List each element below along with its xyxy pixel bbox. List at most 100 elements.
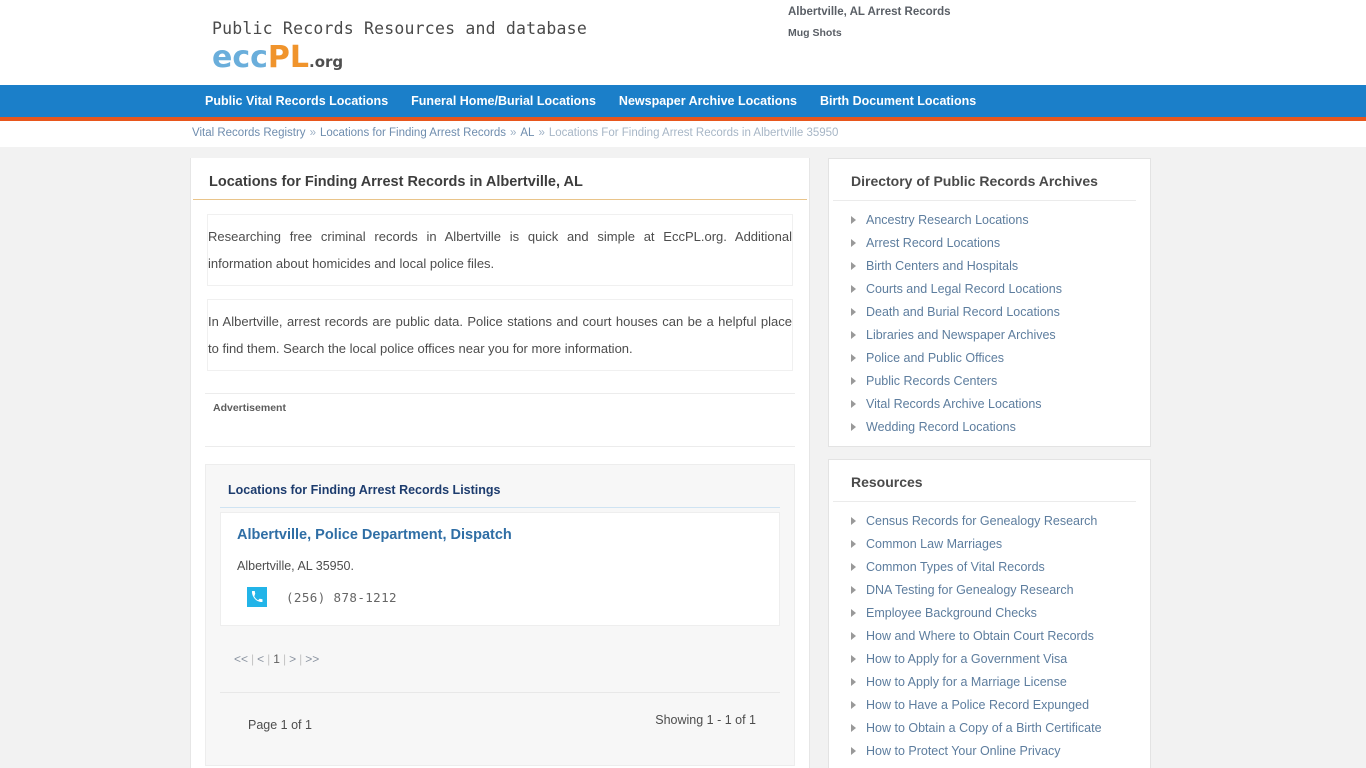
intro-paragraph-1: Researching free criminal records in Alb… bbox=[208, 229, 792, 271]
sidebar-link-ancestry-research-locations[interactable]: Ancestry Research Locations bbox=[866, 213, 1029, 227]
nav-item-funeral-home-burial-locations[interactable]: Funeral Home/Burial Locations bbox=[411, 85, 596, 117]
sidebar-link-employee-background-checks[interactable]: Employee Background Checks bbox=[866, 606, 1037, 620]
listing-phone-row[interactable]: (256) 878-1212 bbox=[237, 587, 763, 607]
list-item[interactable]: Birth Centers and Hospitals bbox=[829, 254, 1150, 277]
sidebar-link-wedding-record-locations[interactable]: Wedding Record Locations bbox=[866, 420, 1016, 434]
list-item[interactable]: Libraries and Newspaper Archives bbox=[829, 323, 1150, 346]
sidebar-box-directory: Directory of Public Records Archives Anc… bbox=[828, 158, 1151, 447]
nav-item-newspaper-archive-locations[interactable]: Newspaper Archive Locations bbox=[619, 85, 797, 117]
sidebar-link-vital-records-archive-locations[interactable]: Vital Records Archive Locations bbox=[866, 397, 1042, 411]
content-wrapper: Locations for Finding Arrest Records in … bbox=[190, 158, 1175, 768]
listings-heading: Locations for Finding Arrest Records Lis… bbox=[220, 483, 780, 508]
nav-item-public-vital-records-locations[interactable]: Public Vital Records Locations bbox=[205, 85, 388, 117]
caret-right-icon bbox=[851, 307, 856, 316]
list-item[interactable]: How to Obtain a Copy of a Birth Certific… bbox=[829, 716, 1150, 739]
caret-right-icon bbox=[851, 562, 856, 571]
list-item[interactable]: Common Law Marriages bbox=[829, 532, 1150, 555]
breadcrumb-item-vital-records-registry[interactable]: Vital Records Registry bbox=[192, 127, 306, 139]
logo-text-org: .org bbox=[309, 53, 344, 71]
caret-right-icon bbox=[851, 723, 856, 732]
list-item[interactable]: Arrest Record Locations bbox=[829, 231, 1150, 254]
pagination-last[interactable]: >> bbox=[305, 652, 319, 666]
caret-right-icon bbox=[851, 654, 856, 663]
sidebar-list-directory: Ancestry Research Locations Arrest Recor… bbox=[829, 201, 1150, 438]
breadcrumb-separator: » bbox=[509, 127, 517, 139]
listing-phone-number[interactable]: (256) 878-1212 bbox=[286, 590, 397, 605]
site-brand[interactable]: Public Records Resources and database ec… bbox=[212, 19, 587, 73]
list-item[interactable]: Census Records for Genealogy Research bbox=[829, 509, 1150, 532]
list-item[interactable]: DNA Testing for Genealogy Research bbox=[829, 578, 1150, 601]
breadcrumb-item-al[interactable]: AL bbox=[520, 127, 534, 139]
pagination: << | < | 1 | > | >> bbox=[220, 626, 780, 692]
sidebar-link-how-to-obtain-a-copy-of-a-birth-certificate[interactable]: How to Obtain a Copy of a Birth Certific… bbox=[866, 721, 1102, 735]
caret-right-icon bbox=[851, 631, 856, 640]
sidebar-link-how-and-where-to-obtain-court-records[interactable]: How and Where to Obtain Court Records bbox=[866, 629, 1094, 643]
caret-right-icon bbox=[851, 608, 856, 617]
sidebar-link-how-to-apply-for-a-marriage-license[interactable]: How to Apply for a Marriage License bbox=[866, 675, 1067, 689]
listing-item[interactable]: Albertville, Police Department, Dispatch… bbox=[220, 512, 780, 626]
listing-name[interactable]: Albertville, Police Department, Dispatch bbox=[237, 527, 763, 543]
list-item[interactable]: Public Records Centers bbox=[829, 369, 1150, 392]
sidebar-link-how-to-apply-for-a-government-visa[interactable]: How to Apply for a Government Visa bbox=[866, 652, 1067, 666]
list-item[interactable]: How to Protect Your Online Privacy bbox=[829, 739, 1150, 762]
list-item[interactable]: Wedding Record Locations bbox=[829, 415, 1150, 438]
brand-tagline: Public Records Resources and database bbox=[212, 19, 587, 38]
sidebar-link-courts-and-legal-record-locations[interactable]: Courts and Legal Record Locations bbox=[866, 282, 1062, 296]
header-context: Albertville, AL Arrest Records Mug Shots bbox=[788, 4, 951, 41]
list-item[interactable]: How to Have a Police Record Expunged bbox=[829, 693, 1150, 716]
list-item[interactable]: How and Where to Obtain Court Records bbox=[829, 624, 1150, 647]
pagination-prev[interactable]: < bbox=[257, 652, 264, 666]
breadcrumb-item-current: Locations For Finding Arrest Records in … bbox=[548, 127, 839, 139]
sidebar-link-census-records-for-genealogy-research[interactable]: Census Records for Genealogy Research bbox=[866, 514, 1097, 528]
list-item[interactable]: Employee Background Checks bbox=[829, 601, 1150, 624]
list-item[interactable]: Ancestry Research Locations bbox=[829, 208, 1150, 231]
sidebar-link-police-and-public-offices[interactable]: Police and Public Offices bbox=[866, 351, 1004, 365]
list-item[interactable]: How to Apply for a Government Visa bbox=[829, 647, 1150, 670]
sidebar-link-libraries-and-newspaper-archives[interactable]: Libraries and Newspaper Archives bbox=[866, 328, 1056, 342]
caret-right-icon bbox=[851, 585, 856, 594]
page-root: Public Records Resources and database ec… bbox=[0, 0, 1366, 768]
advertisement-label: Advertisement bbox=[213, 402, 286, 414]
caret-right-icon bbox=[851, 261, 856, 270]
sidebar-link-common-types-of-vital-records[interactable]: Common Types of Vital Records bbox=[866, 560, 1045, 574]
header-context-subtitle: Mug Shots bbox=[788, 27, 842, 39]
list-item[interactable]: Courts and Legal Record Locations bbox=[829, 277, 1150, 300]
sidebar-link-how-to-protect-your-online-privacy[interactable]: How to Protect Your Online Privacy bbox=[866, 744, 1061, 758]
caret-right-icon bbox=[851, 539, 856, 548]
list-item[interactable]: How to Apply for a Marriage License bbox=[829, 670, 1150, 693]
pagination-status-bar: Page 1 of 1 Showing 1 - 1 of 1 bbox=[220, 692, 780, 765]
listing-address: Albertville, AL 35950. bbox=[237, 559, 354, 573]
breadcrumb-item-locations-for-finding-arrest-records[interactable]: Locations for Finding Arrest Records bbox=[320, 127, 506, 139]
pagination-separator: | bbox=[251, 652, 255, 666]
sidebar-title-resources: Resources bbox=[833, 460, 1136, 502]
pagination-separator: | bbox=[267, 652, 271, 666]
main-navigation: Public Vital Records Locations Funeral H… bbox=[0, 85, 1366, 121]
list-item[interactable]: Vital Records Archive Locations bbox=[829, 392, 1150, 415]
site-logo[interactable]: eccPL.org bbox=[212, 43, 587, 73]
pagination-first[interactable]: << bbox=[234, 652, 248, 666]
sidebar-link-arrest-record-locations[interactable]: Arrest Record Locations bbox=[866, 236, 1000, 250]
intro-paragraph-2-box: In Albertville, arrest records are publi… bbox=[207, 299, 793, 371]
sidebar-link-how-to-have-a-police-record-expunged[interactable]: How to Have a Police Record Expunged bbox=[866, 698, 1089, 712]
caret-right-icon bbox=[851, 238, 856, 247]
logo-text-pl: PL bbox=[267, 40, 310, 75]
sidebar-link-dna-testing-for-genealogy-research[interactable]: DNA Testing for Genealogy Research bbox=[866, 583, 1074, 597]
list-item[interactable]: Police and Public Offices bbox=[829, 346, 1150, 369]
pagination-page-1[interactable]: 1 bbox=[273, 652, 280, 666]
sidebar-link-common-law-marriages[interactable]: Common Law Marriages bbox=[866, 537, 1002, 551]
nav-item-birth-document-locations[interactable]: Birth Document Locations bbox=[820, 85, 976, 117]
caret-right-icon bbox=[851, 700, 856, 709]
sidebar-list-resources: Census Records for Genealogy Research Co… bbox=[829, 502, 1150, 762]
list-item[interactable]: Death and Burial Record Locations bbox=[829, 300, 1150, 323]
pagination-next[interactable]: > bbox=[289, 652, 296, 666]
caret-right-icon bbox=[851, 353, 856, 362]
sidebar-link-public-records-centers[interactable]: Public Records Centers bbox=[866, 374, 997, 388]
sidebar-link-birth-centers-and-hospitals[interactable]: Birth Centers and Hospitals bbox=[866, 259, 1018, 273]
sidebar-link-death-and-burial-record-locations[interactable]: Death and Burial Record Locations bbox=[866, 305, 1060, 319]
sidebar-title-directory: Directory of Public Records Archives bbox=[833, 159, 1136, 201]
advertisement-slot bbox=[205, 424, 795, 447]
breadcrumb-bar: Vital Records Registry » Locations for Fin… bbox=[0, 121, 1366, 146]
list-item[interactable]: Common Types of Vital Records bbox=[829, 555, 1150, 578]
breadcrumb: Vital Records Registry » Locations for Fin… bbox=[192, 127, 838, 139]
caret-right-icon bbox=[851, 399, 856, 408]
